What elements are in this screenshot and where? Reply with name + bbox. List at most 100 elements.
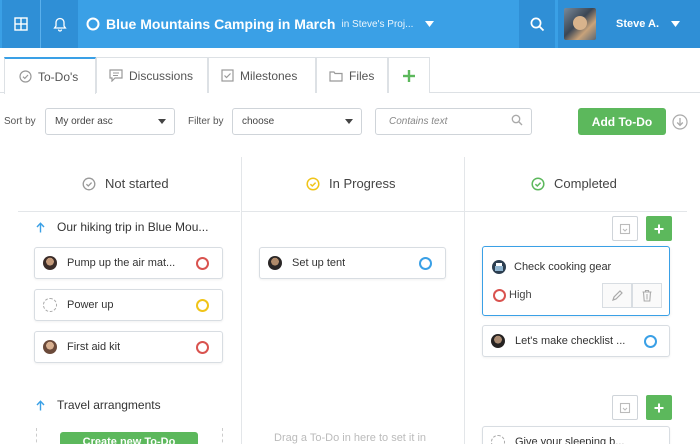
todo-card[interactable]: Set up tent [259,247,446,279]
plus-icon [403,69,415,82]
tab-label: To-Do's [38,69,79,84]
todo-title: Set up tent [292,257,346,269]
add-todo-to-group-button[interactable] [646,395,672,420]
check-circle-icon [306,176,320,191]
tab-todos[interactable]: To-Do's [4,57,96,94]
tab-bar: To-Do's Discussions Milestones Files [0,57,700,94]
download-icon [672,114,688,130]
divider [465,211,687,212]
folder-icon [329,70,343,82]
column-header-in-progress: In Progress [306,176,395,191]
sort-by-label: Sort by [4,116,36,127]
status-circle-icon[interactable] [493,289,506,302]
column-header-completed: Completed [531,176,617,191]
chevron-down-icon [345,119,353,124]
todo-card[interactable]: Power up [34,289,223,321]
tab-milestones[interactable]: Milestones [208,57,316,93]
column-divider [241,157,242,444]
delete-button[interactable] [632,283,662,308]
global-search-button[interactable] [519,0,555,48]
archive-button[interactable] [612,216,638,241]
search-input[interactable] [375,108,532,135]
trash-icon [642,289,652,302]
tab-label: Files [349,68,375,83]
group-header[interactable]: Our hiking trip in Blue Mou... [36,220,208,234]
divider [18,211,240,212]
todo-card-selected[interactable]: Check cooking gear High [482,246,670,316]
todo-title: Pump up the air mat... [67,257,176,269]
todo-card[interactable]: First aid kit [34,331,223,363]
divider [242,211,464,212]
priority-label: High [509,289,532,301]
archive-icon [619,223,631,234]
todo-title: Let's make checklist ... [515,335,626,347]
arrow-up-icon [36,399,45,410]
tab-files[interactable]: Files [316,57,388,93]
user-menu[interactable]: Steve A. [558,0,700,48]
avatar [43,256,57,270]
unassigned-avatar-icon [43,298,57,312]
check-circle-icon [19,70,32,83]
status-circle-icon[interactable] [196,341,209,354]
avatar [491,334,505,348]
sort-select[interactable]: My order asc [45,108,175,135]
project-switcher[interactable]: Blue Mountains Camping in March in Steve… [86,0,435,48]
tab-label: Milestones [240,68,298,83]
column-title: Completed [554,176,617,191]
filter-by-label: Filter by [188,116,224,127]
todo-card[interactable]: Let's make checklist ... [482,325,670,357]
filter-select-value: choose [242,116,275,127]
tab-label: Discussions [129,68,194,83]
filter-select[interactable]: choose [232,108,362,135]
top-bar: Blue Mountains Camping in March in Steve… [0,0,700,48]
group-title: Travel arrangments [57,398,161,412]
add-tab-button[interactable] [388,57,430,93]
archive-icon [619,402,631,413]
status-circle-icon[interactable] [196,257,209,270]
chevron-down-icon [158,119,166,124]
search-icon [530,17,544,31]
status-circle-icon[interactable] [196,299,209,312]
project-context: in Steve's Proj... [341,18,414,30]
todo-card[interactable]: Pump up the air mat... [34,247,223,279]
arrow-up-icon [36,221,45,232]
check-circle-icon [82,177,96,190]
check-circle-icon [531,176,545,191]
checkbox-icon [221,69,234,82]
chevron-down-icon [425,21,435,27]
column-divider [464,157,465,444]
avatar [43,340,57,354]
project-status-icon [86,17,100,31]
add-todo-button[interactable]: Add To-Do [578,108,666,135]
search-icon [511,114,523,126]
apps-grid-button[interactable] [2,0,40,48]
chat-icon [109,69,123,82]
archive-button[interactable] [612,395,638,420]
unassigned-avatar-icon [491,435,505,444]
group-title: Our hiking trip in Blue Mou... [57,220,209,234]
user-name: Steve A. [616,18,660,30]
status-circle-icon[interactable] [419,257,432,270]
project-title: Blue Mountains Camping in March [106,16,336,32]
add-todo-to-group-button[interactable] [646,216,672,241]
create-todo-button[interactable]: Create new To-Do [60,432,198,444]
pencil-icon [611,290,623,301]
todo-title: Power up [67,299,114,311]
avatar [564,8,596,40]
status-circle-icon[interactable] [644,335,657,348]
todo-card[interactable]: Give your sleeping b... [482,426,670,444]
column-header-not-started: Not started [82,176,169,191]
todo-title: First aid kit [67,341,121,353]
group-header[interactable]: Travel arrangments [36,398,161,412]
bell-icon [52,17,67,32]
drop-zone-edge [222,428,223,444]
column-title: Not started [105,176,169,191]
tab-discussions[interactable]: Discussions [96,57,208,93]
chevron-down-icon [671,21,681,27]
edit-button[interactable] [602,283,632,308]
notifications-button[interactable] [40,0,78,48]
todo-title: Give your sleeping b... [515,436,625,444]
download-button[interactable] [666,108,694,136]
grid-icon [14,17,28,31]
column-title: In Progress [329,176,396,191]
